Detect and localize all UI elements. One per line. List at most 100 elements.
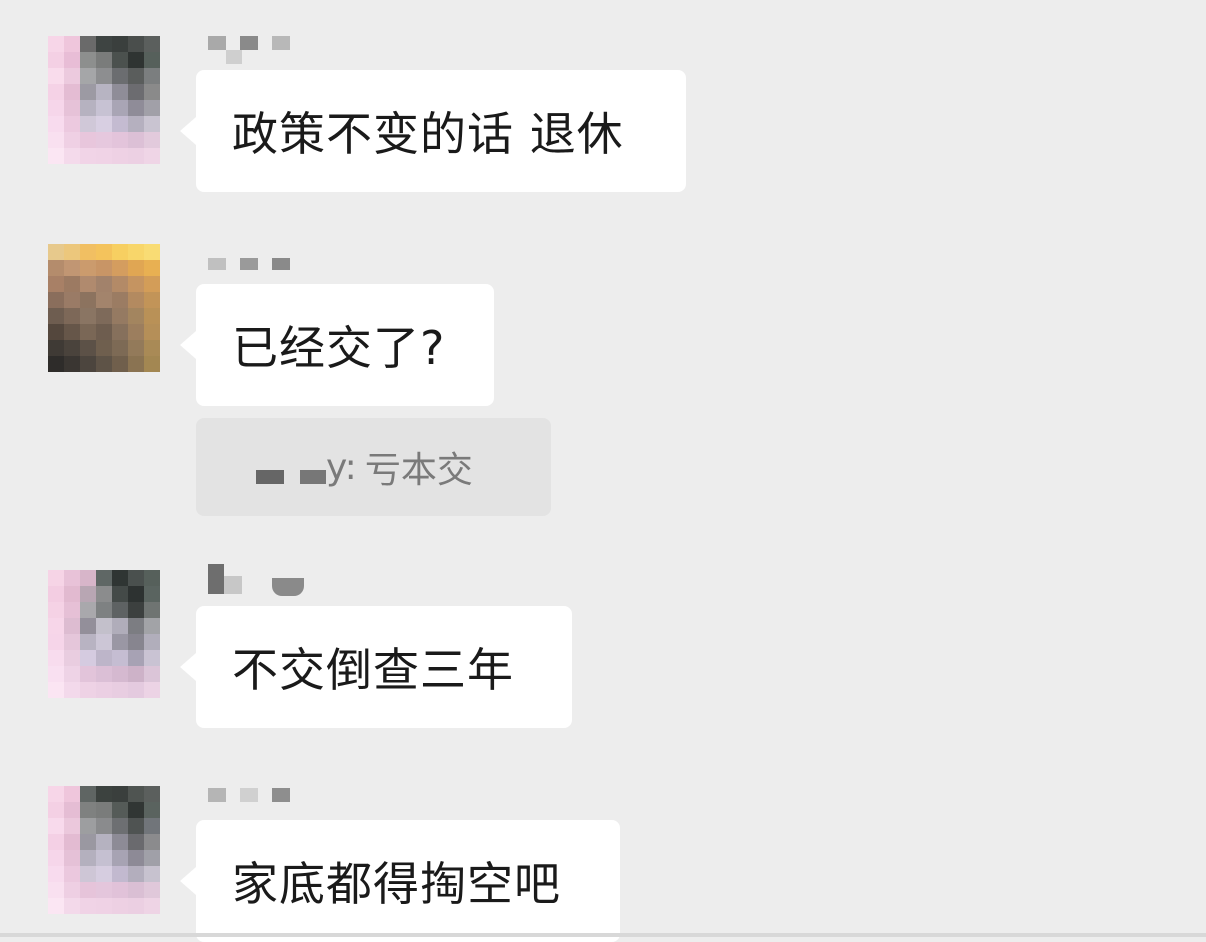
avatar-pixel — [128, 244, 144, 260]
avatar-pixel — [128, 634, 144, 650]
avatar-pixel — [64, 324, 80, 340]
avatar[interactable] — [48, 786, 160, 914]
avatar-pixel — [112, 682, 128, 698]
avatar-pixel — [64, 866, 80, 882]
avatar-pixel — [80, 834, 96, 850]
avatar-pixel — [112, 898, 128, 914]
avatar[interactable] — [48, 570, 160, 698]
avatar-pixel — [144, 650, 160, 666]
avatar-pixel — [128, 898, 144, 914]
avatar-pixel — [112, 148, 128, 164]
avatar-pixel — [144, 340, 160, 356]
avatar-pixel — [80, 850, 96, 866]
avatar-pixel — [96, 116, 112, 132]
avatar-pixel — [80, 292, 96, 308]
avatar-pixel — [128, 52, 144, 68]
avatar-pixel — [96, 634, 112, 650]
avatar-pixel — [80, 586, 96, 602]
avatar-pixel — [48, 340, 64, 356]
avatar-pixel — [80, 148, 96, 164]
avatar-pixel — [144, 602, 160, 618]
avatar-pixel — [64, 244, 80, 260]
avatar-pixel — [128, 292, 144, 308]
avatar-pixel — [80, 36, 96, 52]
avatar-pixel — [64, 618, 80, 634]
avatar-pixel — [48, 36, 64, 52]
avatar-pixel — [112, 634, 128, 650]
avatar-pixel — [48, 52, 64, 68]
avatar-pixel — [128, 132, 144, 148]
avatar-pixel — [144, 834, 160, 850]
avatar-pixel — [144, 36, 160, 52]
avatar-pixel — [144, 682, 160, 698]
avatar-pixel — [64, 818, 80, 834]
avatar-pixel — [112, 586, 128, 602]
avatar-pixel — [112, 244, 128, 260]
avatar-pixel — [144, 116, 160, 132]
avatar-pixel — [112, 650, 128, 666]
avatar-pixel — [112, 866, 128, 882]
avatar-pixel — [96, 898, 112, 914]
avatar-pixel — [48, 666, 64, 682]
avatar-pixel — [80, 650, 96, 666]
avatar-pixel — [48, 802, 64, 818]
avatar-pixel — [112, 52, 128, 68]
avatar-pixel — [48, 84, 64, 100]
avatar-pixel — [48, 834, 64, 850]
avatar-pixel — [96, 570, 112, 586]
avatar-pixel — [96, 356, 112, 372]
avatar-pixel — [48, 818, 64, 834]
sender-name-mosaic — [208, 258, 308, 284]
message-text: 已经交了? — [232, 321, 446, 375]
avatar-pixel — [112, 292, 128, 308]
message-bubble[interactable]: 不交倒查三年 — [180, 606, 572, 728]
avatar-pixel — [128, 100, 144, 116]
message-bubble[interactable]: 政策不变的话 退休 — [180, 70, 686, 192]
avatar-pixel — [144, 618, 160, 634]
avatar-pixel — [64, 292, 80, 308]
avatar-pixel — [64, 308, 80, 324]
avatar-pixel — [48, 634, 64, 650]
avatar-pixel — [112, 666, 128, 682]
message-bubble[interactable]: 已经交了? — [180, 284, 494, 406]
avatar-pixel — [112, 570, 128, 586]
avatar-pixel — [144, 292, 160, 308]
avatar-pixel — [96, 148, 112, 164]
avatar-pixel — [128, 148, 144, 164]
avatar-pixel — [64, 570, 80, 586]
quoted-name-mosaic — [256, 470, 326, 486]
avatar-pixel — [48, 148, 64, 164]
avatar-pixel — [128, 818, 144, 834]
avatar-pixel — [64, 356, 80, 372]
avatar-pixel — [144, 260, 160, 276]
avatar-pixel — [96, 324, 112, 340]
avatar-pixel — [112, 850, 128, 866]
sender-name-mosaic — [208, 788, 308, 814]
avatar-pixel — [64, 132, 80, 148]
quoted-reply[interactable]: y: 亏本交 — [196, 418, 551, 516]
avatar-pixel — [144, 882, 160, 898]
avatar[interactable] — [48, 244, 160, 372]
avatar-pixel — [96, 850, 112, 866]
avatar-pixel — [128, 682, 144, 698]
avatar-pixel — [64, 84, 80, 100]
avatar-pixel — [144, 244, 160, 260]
avatar-pixel — [128, 84, 144, 100]
avatar-pixel — [48, 324, 64, 340]
avatar-pixel — [80, 682, 96, 698]
avatar-pixel — [128, 260, 144, 276]
avatar-pixel — [80, 68, 96, 84]
sender-name-mosaic — [208, 564, 308, 596]
avatar-pixel — [112, 260, 128, 276]
avatar-pixel — [96, 132, 112, 148]
avatar-pixel — [80, 786, 96, 802]
avatar[interactable] — [48, 36, 160, 164]
avatar-pixel — [112, 36, 128, 52]
avatar-pixel — [96, 650, 112, 666]
message-bubble[interactable]: 家底都得掏空吧 — [180, 820, 620, 942]
avatar-pixel — [96, 666, 112, 682]
avatar-pixel — [112, 84, 128, 100]
avatar-pixel — [112, 100, 128, 116]
avatar-pixel — [64, 898, 80, 914]
avatar-pixel — [144, 68, 160, 84]
